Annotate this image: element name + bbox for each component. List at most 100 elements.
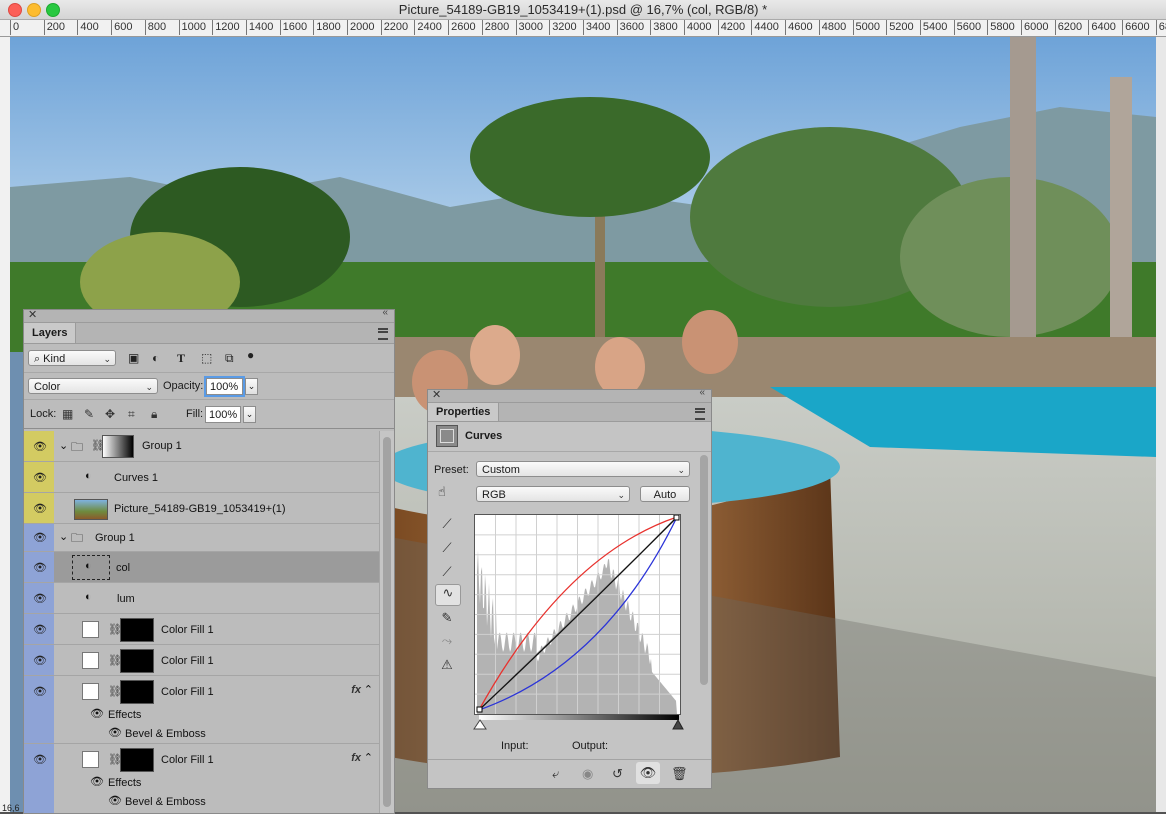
color-swatch-thumbnail[interactable]: [82, 621, 99, 638]
layer-row[interactable]: 👁︎ ⌄ 🗀 Group 1: [24, 524, 379, 552]
disclosure-triangle-icon[interactable]: ⌄: [59, 530, 68, 543]
view-previous-state-icon[interactable]: ◉: [582, 766, 593, 782]
layer-row[interactable]: 👁︎ ⛓︎ Color Fill 1: [24, 614, 379, 645]
layer-mask-thumbnail[interactable]: [120, 618, 154, 642]
color-swatch-thumbnail[interactable]: [82, 652, 99, 669]
fill-input[interactable]: 100%: [205, 406, 241, 423]
window-title: Picture_54189-GB19_1053419+(1).psd @ 16,…: [398, 2, 768, 17]
fx-icon[interactable]: fx: [351, 752, 361, 764]
clipping-warning-icon[interactable]: ⚠︎: [437, 657, 457, 673]
filter-kind-select[interactable]: ⌕ Kind ⌄: [28, 350, 116, 366]
lock-all-icon[interactable]: 🔒︎: [151, 407, 157, 422]
eye-icon[interactable]: 👁︎: [33, 561, 47, 574]
ruler-tick-label: 4800: [818, 20, 846, 35]
curve-endpoint-black[interactable]: [476, 706, 483, 713]
opacity-dropdown-button[interactable]: ⌄: [245, 378, 258, 395]
eye-icon[interactable]: 👁︎: [33, 502, 47, 515]
layer-mask-thumbnail[interactable]: [120, 748, 154, 772]
horizontal-ruler[interactable]: 0 200 400 600 800 1000 1200 1400 1600 1800 2000 220…: [0, 20, 1166, 37]
auto-button[interactable]: Auto: [640, 486, 690, 502]
fx-icon[interactable]: fx: [351, 684, 361, 696]
layer-row[interactable]: 👁︎ ⛓︎ Color Fill 1 fx ⌃ 👁︎ Effects 👁︎ Be…: [24, 744, 379, 813]
close-panel-icon[interactable]: ✕: [432, 388, 441, 401]
layer-name: Picture_54189-GB19_1053419+(1): [114, 503, 286, 515]
eye-icon[interactable]: 👁︎: [33, 654, 47, 667]
tab-properties[interactable]: Properties: [428, 403, 500, 421]
edit-points-curve-icon[interactable]: ∿: [435, 584, 461, 606]
gray-point-eyedropper-icon[interactable]: ⟋: [437, 540, 457, 556]
eye-icon[interactable]: 👁︎: [33, 471, 47, 484]
layer-row[interactable]: 👁︎ ◐ lum: [24, 583, 379, 614]
target-adjustment-hand-icon[interactable]: ☝︎: [438, 484, 446, 500]
collapse-panel-icon[interactable]: «: [382, 307, 388, 318]
curve-sliders[interactable]: [473, 717, 687, 731]
pencil-draw-icon[interactable]: ✎: [437, 610, 457, 626]
smart-object-filter-icon[interactable]: ⧉: [225, 351, 234, 366]
eye-icon[interactable]: 👁︎: [33, 592, 47, 605]
adjustment-layer-icon: ◐: [85, 591, 92, 603]
layer-row[interactable]: 👁︎ ⌄ 🗀 ⛓︎ Group 1: [24, 431, 379, 462]
lock-position-icon[interactable]: ✥: [105, 407, 115, 421]
curve-endpoint-white[interactable]: [673, 514, 680, 521]
layer-mask-thumbnail[interactable]: [102, 435, 134, 458]
black-point-eyedropper-icon[interactable]: ⟋: [437, 516, 457, 532]
adjustment-filter-icon[interactable]: ◐: [152, 351, 159, 365]
opacity-input[interactable]: 100%: [204, 376, 245, 397]
lock-artboard-icon[interactable]: ⌗: [128, 407, 135, 422]
tab-layers[interactable]: Layers: [24, 323, 77, 343]
reset-icon[interactable]: ↺: [612, 766, 623, 782]
eye-icon[interactable]: 👁︎: [108, 726, 122, 739]
ruler-tick-label: 6600: [1122, 20, 1150, 35]
collapse-panel-icon[interactable]: «: [699, 387, 705, 398]
eye-icon[interactable]: 👁︎: [33, 623, 47, 636]
lock-transparent-icon[interactable]: ▦: [62, 407, 73, 421]
canvas-vertical-scrollbar[interactable]: [1156, 37, 1166, 812]
visibility-icon[interactable]: 👁︎: [636, 762, 660, 784]
layer-row[interactable]: 👁︎ Picture_54189-GB19_1053419+(1): [24, 493, 379, 524]
curves-chart[interactable]: [475, 514, 680, 714]
layer-row[interactable]: 👁︎ ⛓︎ Color Fill 1: [24, 645, 379, 676]
pixel-filter-icon[interactable]: ▣: [128, 351, 139, 365]
disclosure-triangle-icon[interactable]: ⌄: [59, 439, 68, 452]
channel-select[interactable]: RGB ⌄: [476, 486, 630, 502]
layer-mask-thumbnail[interactable]: [120, 680, 154, 704]
eye-icon[interactable]: 👁︎: [33, 753, 47, 766]
title-bar: Picture_54189-GB19_1053419+(1).psd @ 16,…: [0, 0, 1166, 20]
filter-toggle-icon[interactable]: ●: [247, 348, 254, 362]
eye-icon[interactable]: 👁︎: [33, 440, 47, 453]
panel-menu-icon[interactable]: [378, 328, 388, 340]
delete-icon[interactable]: 🗑︎: [671, 766, 688, 782]
collapse-effects-icon[interactable]: ⌃: [364, 683, 373, 696]
black-point-slider[interactable]: [473, 719, 487, 730]
layer-thumbnail[interactable]: [74, 499, 108, 520]
blend-mode-select[interactable]: Color ⌄: [28, 378, 158, 394]
curves-graph[interactable]: [474, 514, 681, 715]
panel-menu-icon[interactable]: [695, 408, 705, 420]
smooth-curve-icon[interactable]: ⤳: [437, 633, 457, 649]
fill-dropdown-button[interactable]: ⌄: [243, 406, 256, 423]
layer-row[interactable]: 👁︎ ⛓︎ Color Fill 1 fx ⌃ 👁︎ Effects 👁︎ Be…: [24, 676, 379, 744]
color-swatch-thumbnail[interactable]: [82, 751, 99, 768]
type-filter-icon[interactable]: T: [177, 351, 185, 366]
eye-icon[interactable]: 👁︎: [90, 707, 104, 720]
color-swatch-thumbnail[interactable]: [82, 683, 99, 700]
layers-scrollbar[interactable]: [379, 431, 394, 813]
eye-icon[interactable]: 👁︎: [33, 685, 47, 698]
ruler-tick-label: 4200: [717, 20, 745, 35]
layer-mask-thumbnail[interactable]: [120, 649, 154, 673]
lock-image-icon[interactable]: ✎: [84, 407, 94, 421]
white-point-slider[interactable]: [672, 718, 684, 730]
shape-filter-icon[interactable]: ⬚: [201, 351, 212, 365]
close-panel-icon[interactable]: ✕: [28, 308, 37, 321]
layer-row-selected[interactable]: 👁︎ ◐ col: [24, 552, 379, 583]
eye-icon[interactable]: 👁︎: [33, 531, 47, 544]
properties-scrollbar[interactable]: [700, 455, 708, 685]
white-point-eyedropper-icon[interactable]: ⟋: [437, 564, 457, 580]
clip-to-layer-icon[interactable]: ⤶: [552, 766, 559, 782]
preset-select[interactable]: Custom ⌄: [476, 461, 690, 477]
eye-icon[interactable]: 👁︎: [108, 794, 122, 807]
collapse-effects-icon[interactable]: ⌃: [364, 751, 373, 764]
scrollbar-thumb[interactable]: [383, 437, 391, 807]
layer-row[interactable]: 👁︎ ◐ Curves 1: [24, 462, 379, 493]
eye-icon[interactable]: 👁︎: [90, 775, 104, 788]
